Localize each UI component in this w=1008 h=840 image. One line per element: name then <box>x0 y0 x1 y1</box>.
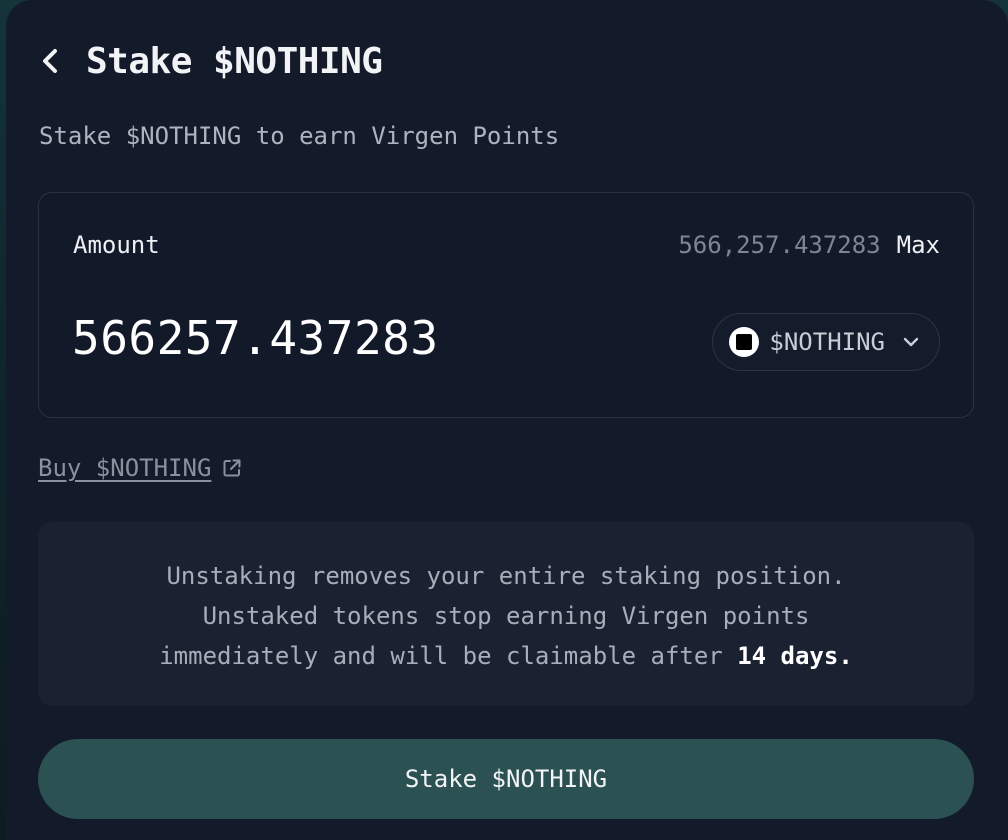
unstake-info-box: Unstaking removes your entire staking po… <box>38 522 974 706</box>
buy-token-link[interactable]: Buy $NOTHING <box>38 454 243 482</box>
back-button[interactable] <box>40 36 70 86</box>
token-selector[interactable]: $NOTHING <box>712 313 940 371</box>
amount-card: Amount 566,257.437283 Max 566257.437283 … <box>38 192 974 418</box>
chevron-down-icon <box>901 332 921 352</box>
balance-value: 566,257.437283 <box>678 231 881 259</box>
unlock-period: 14 days. <box>737 642 853 670</box>
stake-modal: Stake $NOTHING Stake $NOTHING to earn Vi… <box>6 0 1008 840</box>
modal-header: Stake $NOTHING <box>40 36 383 86</box>
token-name: $NOTHING <box>769 328 885 356</box>
buy-link-label: Buy $NOTHING <box>38 454 212 482</box>
amount-input[interactable]: 566257.437283 <box>72 311 439 365</box>
balance-row: 566,257.437283 Max <box>678 231 940 259</box>
amount-label: Amount <box>73 231 160 259</box>
page-title: Stake $NOTHING <box>86 40 383 82</box>
nothing-token-icon <box>729 327 760 357</box>
max-button[interactable]: Max <box>897 231 940 259</box>
external-link-icon <box>223 459 241 477</box>
info-line-3: immediately and will be claimable after … <box>38 636 974 676</box>
info-line-2: Unstaked tokens stop earning Virgen poin… <box>202 602 810 630</box>
page-subtitle: Stake $NOTHING to earn Virgen Points <box>39 122 560 150</box>
info-line-3-text: immediately and will be claimable after <box>159 642 738 670</box>
chevron-left-icon <box>43 49 57 73</box>
info-line-1: Unstaking removes your entire staking po… <box>166 562 846 590</box>
stake-button[interactable]: Stake $NOTHING <box>38 739 974 819</box>
